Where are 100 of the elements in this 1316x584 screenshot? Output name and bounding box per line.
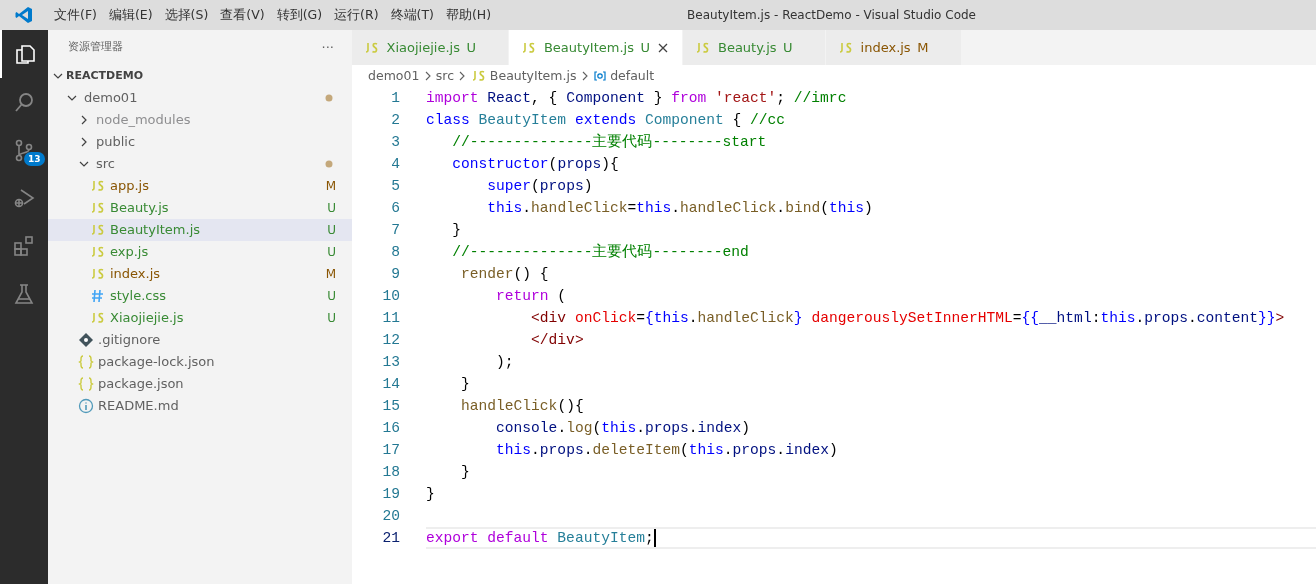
line-number: 16 bbox=[381, 419, 401, 438]
window-title: BeautyItem.js - ReactDemo - Visual Studio Code bbox=[687, 7, 976, 24]
editor-tab[interactable]: Beauty.js U bbox=[683, 30, 827, 65]
file-name[interactable]: style.css bbox=[110, 286, 328, 306]
line-number: 8 bbox=[390, 243, 401, 262]
menu-item[interactable]: 转到(G) bbox=[270, 5, 329, 25]
braces-icon bbox=[78, 354, 94, 370]
file-name[interactable]: public bbox=[96, 132, 336, 152]
file-name[interactable]: app.js bbox=[110, 176, 326, 196]
file-name[interactable]: README.md bbox=[98, 396, 336, 416]
line-number: 17 bbox=[381, 441, 401, 460]
js-file-icon bbox=[90, 310, 106, 326]
menu-item[interactable]: 运行(R) bbox=[328, 5, 385, 25]
code-line: } bbox=[460, 376, 470, 392]
file-name[interactable]: .gitignore bbox=[98, 330, 336, 350]
code-line: } bbox=[426, 486, 435, 502]
line-number: 4 bbox=[390, 155, 401, 174]
menu-item[interactable]: 帮助(H) bbox=[439, 5, 498, 25]
file-name[interactable]: package.json bbox=[98, 374, 336, 394]
code-line: super(props) bbox=[486, 178, 593, 194]
line-number: 10 bbox=[381, 287, 401, 306]
code-line: //--------------主要代码--------end bbox=[451, 244, 749, 260]
git-status: U bbox=[327, 244, 336, 261]
breadcrumb-item[interactable]: src bbox=[435, 66, 455, 86]
code-line: import React, { Component } from 'react'; //imrc bbox=[426, 90, 847, 106]
menu-item[interactable]: 终端(T) bbox=[384, 5, 440, 25]
diamond-icon bbox=[78, 332, 94, 348]
line-number: 21 bbox=[381, 529, 401, 548]
line-number: 13 bbox=[381, 353, 401, 372]
line-number: 7 bbox=[390, 221, 401, 240]
code-line: render() { bbox=[460, 266, 549, 282]
more-actions-button[interactable]: ··· bbox=[321, 37, 334, 58]
git-status: U bbox=[327, 288, 336, 305]
breadcrumb-item[interactable]: demo01 bbox=[368, 66, 420, 86]
line-number: 2 bbox=[390, 111, 401, 130]
git-status: M bbox=[325, 178, 336, 195]
file-name[interactable]: BeautyItem.js bbox=[110, 220, 328, 240]
file-name[interactable]: Beauty.js bbox=[110, 198, 328, 218]
line-number: 15 bbox=[381, 397, 401, 416]
line-number: 20 bbox=[381, 507, 401, 526]
js-file-icon bbox=[90, 266, 106, 282]
breadcrumb-item[interactable]: BeautyItem.js bbox=[489, 66, 577, 86]
line-number: 12 bbox=[381, 331, 401, 350]
menu-item[interactable]: 查看(V) bbox=[214, 5, 271, 25]
flask-icon[interactable] bbox=[12, 282, 36, 306]
line-number: 9 bbox=[390, 265, 401, 284]
code-line: } bbox=[460, 464, 470, 480]
code-line: class BeautyItem extends Component { //cc bbox=[426, 112, 786, 128]
line-number: 19 bbox=[381, 485, 401, 504]
js-file-icon bbox=[90, 222, 106, 238]
code-line: handleClick(){ bbox=[460, 398, 584, 414]
code-line: ); bbox=[495, 354, 514, 370]
js-file-icon bbox=[90, 244, 106, 260]
code-line: this.props.deleteItem(this.props.index) bbox=[495, 442, 838, 458]
file-name[interactable]: Xiaojiejie.js bbox=[110, 308, 328, 328]
js-file-icon bbox=[90, 178, 106, 194]
editor-tab[interactable]: Xiaojiejie.js U bbox=[352, 30, 510, 65]
code-line: <div onClick={this.handleClick} dangerouslySetInnerHTML={{__html:this.props.content}}> bbox=[530, 310, 1285, 326]
file-name[interactable]: src bbox=[96, 154, 325, 174]
breadcrumb-item[interactable]: default bbox=[610, 66, 655, 86]
search-icon[interactable] bbox=[12, 90, 36, 114]
count-badge: 13 bbox=[24, 152, 45, 166]
file-name[interactable]: exp.js bbox=[110, 242, 328, 262]
editor-tab[interactable]: BeautyItem.js U bbox=[509, 30, 684, 65]
code-line: } bbox=[451, 222, 462, 238]
js-file-icon bbox=[470, 68, 487, 84]
file-name[interactable]: node_modules bbox=[96, 110, 336, 130]
text-cursor bbox=[653, 529, 656, 548]
menu-item[interactable]: 选择(S) bbox=[158, 5, 215, 25]
file-name[interactable]: demo01 bbox=[84, 88, 325, 108]
line-number: 1 bbox=[390, 89, 401, 108]
code-line: console.log(this.props.index) bbox=[495, 420, 751, 436]
menu-item[interactable]: 文件(F) bbox=[48, 5, 103, 25]
editor-tab[interactable]: index.js M bbox=[826, 30, 962, 65]
git-status: M bbox=[325, 266, 336, 283]
line-number: 6 bbox=[390, 199, 401, 218]
code-line: export default BeautyItem; bbox=[426, 530, 654, 546]
code-line: return ( bbox=[495, 288, 567, 304]
sidebar-title: 资源管理器 bbox=[68, 39, 123, 56]
file-name[interactable]: index.js bbox=[110, 264, 326, 284]
app-logo bbox=[15, 6, 33, 24]
info-icon bbox=[78, 398, 94, 414]
file-name[interactable]: package-lock.json bbox=[98, 352, 336, 372]
section-header[interactable]: REACTDEMO bbox=[66, 67, 144, 85]
line-number: 5 bbox=[390, 177, 401, 196]
git-status: U bbox=[327, 222, 336, 239]
git-status: U bbox=[327, 200, 336, 217]
js-file-icon bbox=[90, 200, 106, 216]
code-line: //--------------主要代码--------start bbox=[451, 134, 767, 150]
play-bug-icon[interactable] bbox=[12, 186, 36, 210]
files-icon[interactable] bbox=[13, 42, 37, 66]
symbol-icon bbox=[592, 69, 607, 83]
blocks-icon[interactable] bbox=[12, 234, 36, 258]
code-line: constructor(props){ bbox=[451, 156, 619, 172]
hash-icon bbox=[90, 288, 106, 304]
menu-item[interactable]: 编辑(E) bbox=[102, 5, 159, 25]
line-number: 14 bbox=[381, 375, 401, 394]
code-line: this.handleClick=this.handleClick.bind(this) bbox=[486, 200, 873, 216]
line-number: 11 bbox=[381, 309, 401, 328]
git-status: U bbox=[327, 310, 336, 327]
